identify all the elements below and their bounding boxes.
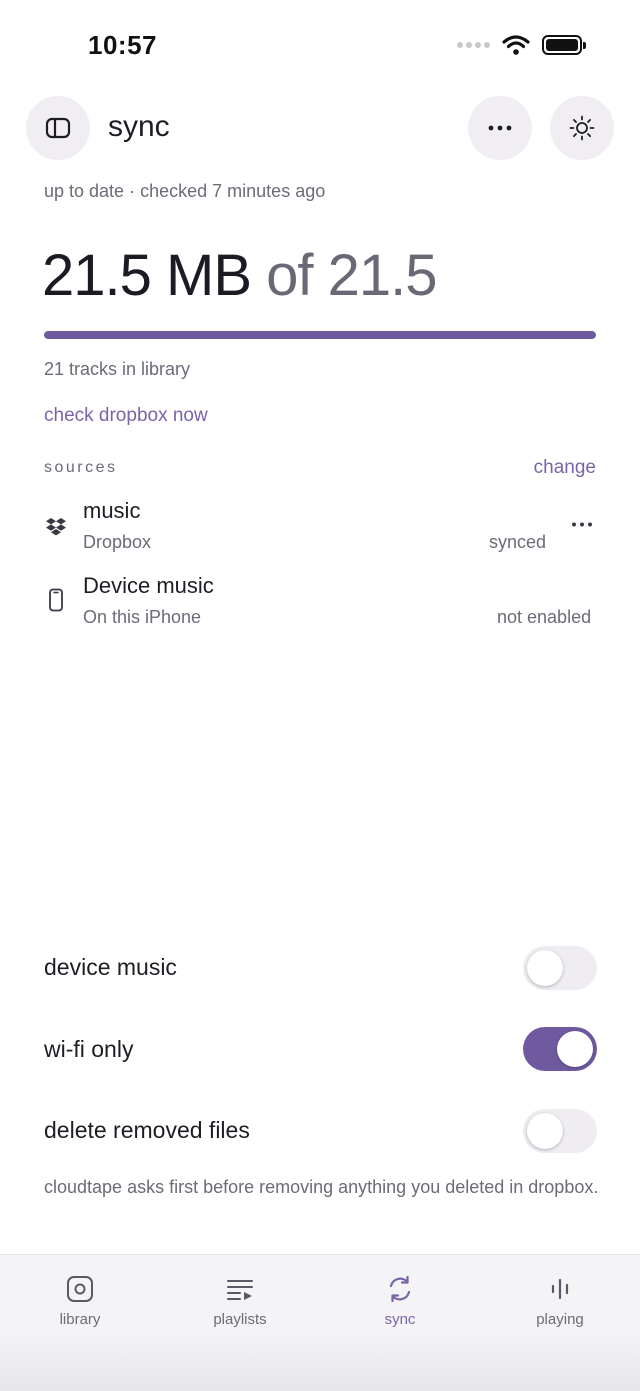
- source-name: Device music: [83, 573, 214, 598]
- wifi-only-toggle[interactable]: [523, 1027, 597, 1071]
- setting-label-wifi-only: wi-fi only: [44, 1036, 134, 1062]
- sync-progress-bar: [44, 331, 596, 339]
- source-status: synced: [489, 532, 547, 552]
- sources-heading: sources: [44, 459, 118, 476]
- status-indicators: [457, 34, 586, 56]
- tab-label: playlists: [213, 1311, 267, 1328]
- library-icon: [64, 1273, 96, 1305]
- source-provider: Dropbox: [83, 532, 152, 552]
- storage-used: 21.5 MB: [42, 243, 252, 308]
- sync-separator: ·: [129, 181, 136, 201]
- tab-library[interactable]: library: [10, 1273, 150, 1328]
- tab-sync[interactable]: sync: [330, 1273, 470, 1328]
- cellular-signal-icon: [457, 42, 490, 48]
- source-name: music: [83, 498, 141, 523]
- change-sources-link[interactable]: change: [534, 457, 596, 479]
- toggle-knob: [527, 950, 563, 986]
- source-provider: On this iPhone: [83, 607, 202, 627]
- more-options-button[interactable]: [468, 96, 532, 160]
- tab-label: library: [59, 1311, 101, 1328]
- ellipsis-icon: [572, 522, 592, 526]
- sync-status-line: up to date · checked 7 minutes ago: [44, 181, 325, 202]
- sync-progress-fill: [44, 331, 596, 339]
- sync-state: up to date: [44, 181, 125, 201]
- theme-toggle-button[interactable]: [550, 96, 614, 160]
- tab-playing[interactable]: playing: [490, 1273, 630, 1328]
- sidebar-toggle-button[interactable]: [26, 96, 90, 160]
- source-row-dropbox[interactable]: music Dropbox synced: [0, 496, 640, 560]
- page-title: sync: [108, 110, 170, 143]
- sync-icon: [384, 1273, 416, 1305]
- storage-total: of 21.5: [266, 243, 437, 308]
- sidebar-toggle-icon: [45, 117, 71, 139]
- battery-icon: [542, 35, 586, 55]
- track-count: 21 tracks in library: [44, 359, 191, 379]
- device-music-toggle[interactable]: [523, 946, 597, 990]
- status-bar: 10:57: [0, 0, 640, 90]
- wifi-icon: [502, 35, 530, 55]
- source-status: not enabled: [497, 607, 592, 627]
- source-row-device[interactable]: Device music On this iPhone not enabled: [0, 571, 640, 635]
- check-dropbox-now-link[interactable]: check dropbox now: [44, 405, 208, 427]
- dropbox-icon: [44, 512, 68, 542]
- ellipsis-icon: [488, 125, 512, 131]
- playlists-icon: [224, 1273, 256, 1305]
- delete-removed-files-toggle[interactable]: [523, 1109, 597, 1153]
- tab-playlists[interactable]: playlists: [170, 1273, 310, 1328]
- toggle-knob: [557, 1031, 593, 1067]
- tab-label: sync: [384, 1311, 416, 1328]
- tab-bar: library playlists sync playing: [0, 1254, 640, 1391]
- source-more-button[interactable]: [568, 516, 596, 532]
- equalizer-icon: [544, 1273, 576, 1305]
- tab-label: playing: [536, 1311, 584, 1328]
- setting-label-device-music: device music: [44, 954, 177, 980]
- home-indicator-area: [0, 1331, 640, 1391]
- toggle-knob: [527, 1113, 563, 1149]
- last-checked: checked 7 minutes ago: [140, 181, 326, 201]
- sun-icon: [569, 115, 595, 141]
- storage-summary: 21.5 MB of 21.5: [42, 242, 438, 309]
- setting-label-delete-removed: delete removed files: [44, 1117, 250, 1143]
- phone-icon: [44, 585, 68, 615]
- status-time: 10:57: [88, 30, 157, 60]
- delete-files-note: cloudtape asks first before removing any…: [44, 1177, 599, 1197]
